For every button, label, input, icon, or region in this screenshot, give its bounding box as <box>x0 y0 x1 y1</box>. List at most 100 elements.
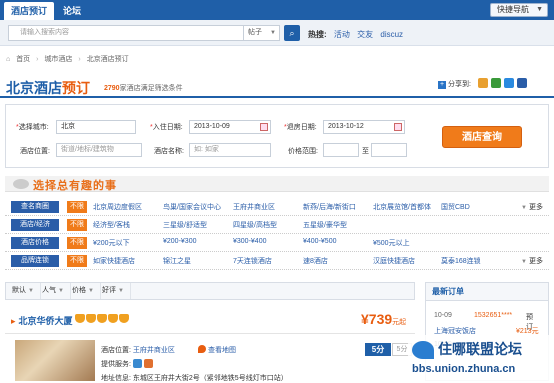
search-button[interactable]: ⌕ <box>284 25 300 41</box>
price-min-input[interactable] <box>323 143 359 157</box>
filter-option[interactable]: 鸟巢/国家会议中心 <box>163 202 221 212</box>
search-input[interactable]: 请输入搜索内容 <box>8 25 244 41</box>
calendar-icon[interactable] <box>260 123 268 131</box>
filter-any[interactable]: 不限 <box>67 201 87 213</box>
filter-option[interactable]: 三星级/舒适型 <box>163 220 207 230</box>
hot-term-link[interactable]: 交友 <box>357 30 373 39</box>
filter-more-button[interactable]: ▼ 更多 <box>521 202 543 212</box>
calendar-icon[interactable] <box>394 123 402 131</box>
hot-search-label: 热搜: <box>308 30 327 39</box>
filter-row-star: 酒店/经济 不限 经济型/客栈 三星级/舒适型 四星级/高档型 五星级/豪华型 <box>5 216 549 234</box>
filter-option[interactable]: ¥200元以下 <box>93 238 130 248</box>
plus-icon: + <box>438 81 446 89</box>
filter-option[interactable]: 速8酒店 <box>303 256 328 266</box>
hotel-search-button[interactable]: 酒店查询 <box>442 126 522 148</box>
share-bar: + 分享到: <box>438 79 471 89</box>
filter-option[interactable]: 王府井商业区 <box>233 202 275 212</box>
filter-option[interactable]: 北京展览馆/首都体 <box>373 202 431 212</box>
filter-option[interactable]: ¥300-¥400 <box>233 238 266 245</box>
filter-option[interactable]: 国贸CBD <box>441 202 470 212</box>
recent-orders-title: 最新订单 <box>426 283 548 301</box>
price-max-input[interactable] <box>371 143 407 157</box>
hotel-location-link[interactable]: 王府井商业区 <box>133 347 175 354</box>
crown-icon <box>86 314 96 323</box>
filter-category: 品牌连锁 <box>11 255 59 267</box>
crown-icon <box>108 314 118 323</box>
breadcrumb-home[interactable]: 首页 <box>16 56 30 63</box>
checkout-value: 2013-10-12 <box>328 123 364 130</box>
filter-option[interactable]: ¥200-¥300 <box>163 238 196 245</box>
filter-any[interactable]: 不限 <box>67 237 87 249</box>
filter-option[interactable]: 莫泰168连锁 <box>441 256 481 266</box>
filter-panel: 查名商圈 不限 北京周边度假区 鸟巢/国家会议中心 王府井商业区 新燕/后海/新… <box>5 198 549 270</box>
checkin-input[interactable]: 2013-10-09 <box>189 120 271 134</box>
checkout-input[interactable]: 2013-10-12 <box>323 120 405 134</box>
hotel-photo[interactable] <box>15 340 95 381</box>
filter-option[interactable]: 五星级/豪华型 <box>303 220 347 230</box>
arrow-right-icon: ▸ <box>11 316 16 326</box>
chevron-down-icon: ▼ <box>270 30 276 36</box>
filter-option[interactable]: 北京周边度假区 <box>93 202 142 212</box>
home-icon: ⌂ <box>6 56 11 63</box>
filter-option[interactable]: 经济型/客栈 <box>93 220 130 230</box>
filter-option[interactable]: 7天连锁酒店 <box>233 256 272 266</box>
filter-more-button[interactable]: ▼ 更多 <box>521 256 543 266</box>
checkin-label: *入住日期: <box>150 124 183 131</box>
hotel-name-input[interactable]: 如: 如家 <box>189 143 271 157</box>
filter-any[interactable]: 不限 <box>67 255 87 267</box>
checkout-label: *退房日期: <box>284 124 317 131</box>
filter-option[interactable]: ¥400-¥500 <box>303 238 336 245</box>
sort-rating[interactable]: 好评 ▼ <box>96 283 131 299</box>
hot-term-link[interactable]: 活动 <box>334 30 350 39</box>
filter-category: 酒店价格 <box>11 237 59 249</box>
location-input[interactable]: 街道/地标/建筑物 <box>56 143 142 157</box>
share-wechat-icon[interactable] <box>491 78 501 88</box>
search-type-select[interactable]: 帖子 ▼ <box>244 25 280 41</box>
share-weibo-icon[interactable] <box>504 78 514 88</box>
tab-hotel-booking[interactable]: 酒店预订 <box>4 2 55 20</box>
location-label: 酒店位置: <box>20 148 50 155</box>
filter-option[interactable]: 如家快捷酒店 <box>93 256 135 266</box>
page-title-suffix: 预订 <box>62 80 90 96</box>
hot-search: 热搜: 活动 交友 discuz <box>308 29 403 40</box>
hotel-name-label: 酒店名称: <box>154 148 184 155</box>
filter-row-brand: 品牌连锁 不限 如家快捷酒店 锦江之星 7天连锁酒店 速8酒店 汉庭快捷酒店 莫… <box>5 252 549 270</box>
hotel-rating-crowns <box>75 314 130 325</box>
result-count-text: 家酒店满足筛选条件 <box>119 85 183 92</box>
hotel-name-link[interactable]: ▸ 北京华侨大厦 <box>11 314 73 327</box>
wifi-service-icon <box>132 359 142 368</box>
chevron-down-icon: ▼ <box>57 288 64 294</box>
magnifier-icon: ⌕ <box>289 28 295 38</box>
fun-banner-text: 选择总有趣的事 <box>33 180 117 192</box>
filter-any[interactable]: 不限 <box>67 219 87 231</box>
tab-forum[interactable]: 论坛 <box>56 2 88 20</box>
search-bar: 请输入搜索内容 帖子 ▼ ⌕ 热搜: 活动 交友 discuz <box>0 20 554 46</box>
filter-option[interactable]: 四星级/高档型 <box>233 220 277 230</box>
top-nav-bar: 酒店预订 论坛 快捷导航 ▼ <box>0 0 554 20</box>
quick-nav-button[interactable]: 快捷导航 ▼ <box>490 3 548 17</box>
breadcrumb-current: 北京酒店预订 <box>86 56 129 63</box>
hotel-list-item: ▸ 北京华侨大厦 ¥739元起 酒店位置: 王府井商业区 查看地图 提供服务: 地… <box>5 308 415 382</box>
filter-option[interactable]: 锦江之星 <box>163 256 191 266</box>
breadcrumb: ⌂ 首页 › 城市酒店 › 北京酒店预订 <box>6 52 133 68</box>
hotel-location: 酒店位置: 王府井商业区 <box>101 347 175 354</box>
page-title-city: 北京酒店 <box>6 80 62 96</box>
hot-term-link[interactable]: discuz <box>380 30 403 39</box>
filter-option[interactable]: ¥500元以上 <box>373 238 410 248</box>
fun-banner: 选择总有趣的事 <box>5 176 549 192</box>
filter-option[interactable]: 汉庭快捷酒店 <box>373 256 415 266</box>
sort-bar: 默认 ▼ 人气 ▼ 价格 ▼ 好评 ▼ <box>5 282 415 300</box>
chevron-down-icon: ▼ <box>87 288 94 294</box>
crown-icon <box>119 314 129 323</box>
chevron-down-icon: ▼ <box>521 205 527 211</box>
decorative-swirl-icon <box>13 179 29 189</box>
divider <box>5 333 415 334</box>
share-renren-icon[interactable] <box>517 78 527 88</box>
breadcrumb-city-hotels[interactable]: 城市酒店 <box>44 56 72 63</box>
view-map-link[interactable]: 查看地图 <box>198 345 236 355</box>
share-qzone-icon[interactable] <box>478 78 488 88</box>
filter-option[interactable]: 新燕/后海/新街口 <box>303 202 356 212</box>
share-label: 分享到: <box>448 81 471 88</box>
forum-logo-icon <box>412 341 434 359</box>
city-input[interactable]: 北京 <box>56 120 136 134</box>
